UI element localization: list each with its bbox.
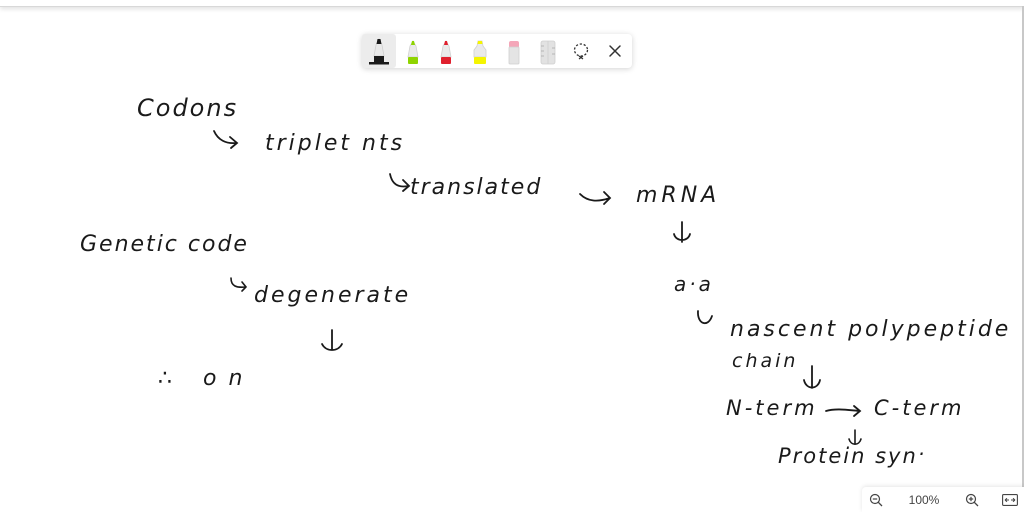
green-marker-icon <box>407 40 419 64</box>
pen-toolbar <box>362 34 632 68</box>
zoom-out-icon <box>869 493 883 506</box>
zoom-out-button[interactable] <box>862 487 890 512</box>
close-icon <box>609 45 621 57</box>
zoom-controls: 100% <box>862 487 1024 512</box>
arrow-degenerate-down <box>321 329 343 351</box>
eraser-icon <box>508 41 520 65</box>
note-c-term: C-term <box>874 396 965 420</box>
ruler-button[interactable] <box>531 34 565 68</box>
lasso-select-icon <box>574 43 589 60</box>
note-degenerate: degenerate <box>254 283 412 308</box>
highlighter-icon <box>473 40 487 64</box>
note-therefore-on: ∴ on <box>158 366 255 391</box>
arrow-aa-to-nascent <box>697 310 713 325</box>
ruler-icon <box>540 40 556 65</box>
arrow-chain-down <box>803 365 821 389</box>
note-n-term: N-term <box>726 396 818 420</box>
green-marker-button[interactable] <box>396 34 430 68</box>
note-triplet-nts: triplet nts <box>265 131 406 156</box>
close-toolbar-button[interactable] <box>598 34 632 68</box>
note-codons: Codons <box>137 94 239 122</box>
zoom-in-button[interactable] <box>958 487 986 512</box>
eraser-button[interactable] <box>497 34 531 68</box>
black-marker-icon <box>368 38 389 65</box>
note-protein-syn: Protein syn <box>778 444 918 468</box>
ink-canvas[interactable]: Codons triplet nts translated mRNA Genet… <box>0 0 1024 512</box>
note-genetic-code: Genetic code <box>80 232 249 257</box>
zoom-in-icon <box>965 493 979 506</box>
note-amino-acid: a·a <box>674 272 714 296</box>
zoom-level: 100% <box>908 492 940 507</box>
arrow-n-to-c-term <box>825 405 862 417</box>
note-mrna: mRNA <box>636 183 721 208</box>
arrow-codons-to-triplets <box>213 130 239 149</box>
note-translated: translated <box>410 175 543 200</box>
note-dot: · <box>918 442 927 466</box>
red-marker-button[interactable] <box>430 34 464 68</box>
arrow-triplets-to-translated <box>389 173 411 192</box>
fit-width-button[interactable] <box>996 487 1024 512</box>
arrow-translated-to-mrna <box>579 191 612 205</box>
arrow-mrna-down <box>673 221 691 243</box>
yellow-highlighter-button[interactable] <box>463 34 497 68</box>
black-marker-button[interactable] <box>362 34 396 68</box>
lasso-select-button[interactable] <box>565 34 599 68</box>
red-marker-icon <box>440 40 452 64</box>
note-chain: chain <box>732 350 799 372</box>
note-nascent-polypeptide: nascent polypeptide <box>730 317 1012 342</box>
fit-width-icon <box>1002 493 1018 506</box>
arrow-genetic-code-to-degenerate <box>230 277 248 292</box>
